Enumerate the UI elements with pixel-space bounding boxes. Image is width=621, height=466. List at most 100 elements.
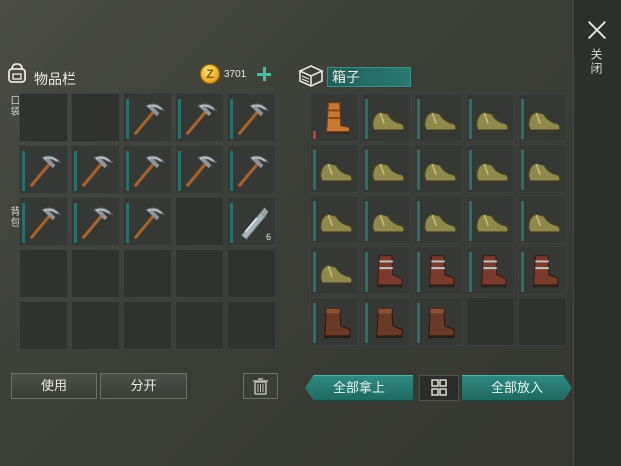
leather-boots-icon (532, 255, 559, 288)
green-shoes-icon (320, 213, 353, 235)
box-slot-green-shoes[interactable] (310, 144, 359, 193)
box-slot-empty[interactable] (466, 297, 515, 346)
inventory-slot-pickaxe[interactable] (175, 93, 224, 142)
trash-button[interactable] (243, 373, 278, 399)
pickaxe-icon (237, 155, 270, 188)
green-shoes-icon (528, 111, 561, 133)
brown-boots-icon (375, 308, 403, 339)
pickaxe-icon (133, 155, 166, 188)
green-shoes-icon (424, 111, 457, 133)
box-slot-green-shoes[interactable] (466, 93, 515, 142)
green-shoes-icon (528, 213, 561, 235)
box-slot-green-shoes[interactable] (310, 195, 359, 244)
inventory-slot-pickaxe[interactable] (19, 197, 68, 246)
box-slot-green-shoes[interactable] (466, 144, 515, 193)
box-slot-leather-boots[interactable] (362, 246, 411, 295)
green-shoes-icon (372, 111, 405, 133)
box-slot-green-shoes[interactable] (362, 144, 411, 193)
inventory-slot-empty[interactable] (175, 301, 224, 350)
inventory-slot-empty[interactable] (19, 301, 68, 350)
pickaxe-icon (237, 103, 270, 136)
box-icon (298, 65, 324, 87)
green-shoes-icon (476, 111, 509, 133)
coin-balance: 3701 (224, 69, 247, 80)
brown-boots-icon (427, 308, 455, 339)
box-slot-green-shoes[interactable] (518, 144, 567, 193)
close-label[interactable]: 关闭 (589, 48, 605, 76)
inventory-slot-pickaxe[interactable] (71, 197, 120, 246)
inventory-slot-pickaxe[interactable] (175, 145, 224, 194)
box-slot-leather-boots[interactable] (414, 246, 463, 295)
sort-grid-button[interactable] (419, 375, 459, 401)
pickaxe-icon (81, 155, 114, 188)
box-slot-green-shoes[interactable] (414, 144, 463, 193)
put-all-button[interactable]: 全部放入 (462, 375, 572, 401)
pickaxe-icon (81, 207, 114, 240)
inventory-slot-empty[interactable] (19, 93, 68, 142)
orange-boots-icon (325, 102, 350, 135)
inventory-slot-empty[interactable] (227, 301, 276, 350)
use-button[interactable]: 使用 (11, 373, 97, 399)
coin-icon: Z (200, 64, 220, 84)
inventory-slot-empty[interactable] (175, 197, 224, 246)
inventory-slot-empty[interactable] (123, 249, 172, 298)
box-slot-green-shoes[interactable] (310, 246, 359, 295)
leather-boots-icon (428, 255, 455, 288)
green-shoes-icon (476, 162, 509, 184)
box-slot-green-shoes[interactable] (362, 195, 411, 244)
box-slot-green-shoes[interactable] (414, 195, 463, 244)
inventory-slot-empty[interactable] (71, 249, 120, 298)
box-slot-leather-boots[interactable] (466, 246, 515, 295)
inventory-slot-empty[interactable] (227, 249, 276, 298)
pickaxe-icon (29, 207, 62, 240)
inventory-slot-empty[interactable] (19, 249, 68, 298)
inventory-slot-empty[interactable] (175, 249, 224, 298)
box-slot-brown-boots[interactable] (310, 297, 359, 346)
leather-boots-icon (480, 255, 507, 288)
box-slot-green-shoes[interactable] (518, 195, 567, 244)
pickaxe-icon (133, 207, 166, 240)
inventory-slot-pickaxe[interactable] (227, 145, 276, 194)
green-shoes-icon (320, 162, 353, 184)
take-all-button[interactable]: 全部拿上 (305, 375, 413, 401)
box-slot-green-shoes[interactable] (466, 195, 515, 244)
inventory-slot-pickaxe[interactable] (123, 197, 172, 246)
inventory-slot-pickaxe[interactable] (123, 145, 172, 194)
inventory-slot-empty[interactable] (123, 301, 172, 350)
box-slot-green-shoes[interactable] (362, 93, 411, 142)
pickaxe-icon (133, 103, 166, 136)
trash-icon (253, 378, 268, 395)
inventory-slot-pickaxe[interactable] (123, 93, 172, 142)
close-icon[interactable] (584, 17, 610, 43)
inventory-slot-empty[interactable] (71, 301, 120, 350)
inventory-slot-pickaxe[interactable] (71, 145, 120, 194)
inventory-slot-empty[interactable] (71, 93, 120, 142)
green-shoes-icon (424, 162, 457, 184)
box-title: 箱子 (332, 69, 360, 85)
item-count: 6 (265, 232, 271, 242)
box-slot-green-shoes[interactable] (518, 93, 567, 142)
inventory-slot-bottle[interactable]: 6 (227, 197, 276, 246)
box-slot-leather-boots[interactable] (518, 246, 567, 295)
plus-icon[interactable] (255, 65, 273, 83)
inventory-slot-pickaxe[interactable] (227, 93, 276, 142)
box-slot-green-shoes[interactable] (414, 93, 463, 142)
box-slot-empty[interactable] (518, 297, 567, 346)
green-shoes-icon (320, 264, 353, 286)
green-shoes-icon (424, 213, 457, 235)
green-shoes-icon (372, 213, 405, 235)
box-slot-brown-boots[interactable] (414, 297, 463, 346)
inventory-slot-pickaxe[interactable] (19, 145, 68, 194)
box-slot-orange-boots[interactable] (310, 93, 359, 142)
green-shoes-icon (528, 162, 561, 184)
brown-boots-icon (323, 308, 351, 339)
pickaxe-icon (185, 155, 218, 188)
pickaxe-icon (185, 103, 218, 136)
box-slot-brown-boots[interactable] (362, 297, 411, 346)
split-button[interactable]: 分开 (100, 373, 187, 399)
green-shoes-icon (372, 162, 405, 184)
leather-boots-icon (376, 255, 403, 288)
grid-icon (431, 379, 447, 396)
inventory-title: 物品栏 (34, 71, 76, 87)
pickaxe-icon (29, 155, 62, 188)
